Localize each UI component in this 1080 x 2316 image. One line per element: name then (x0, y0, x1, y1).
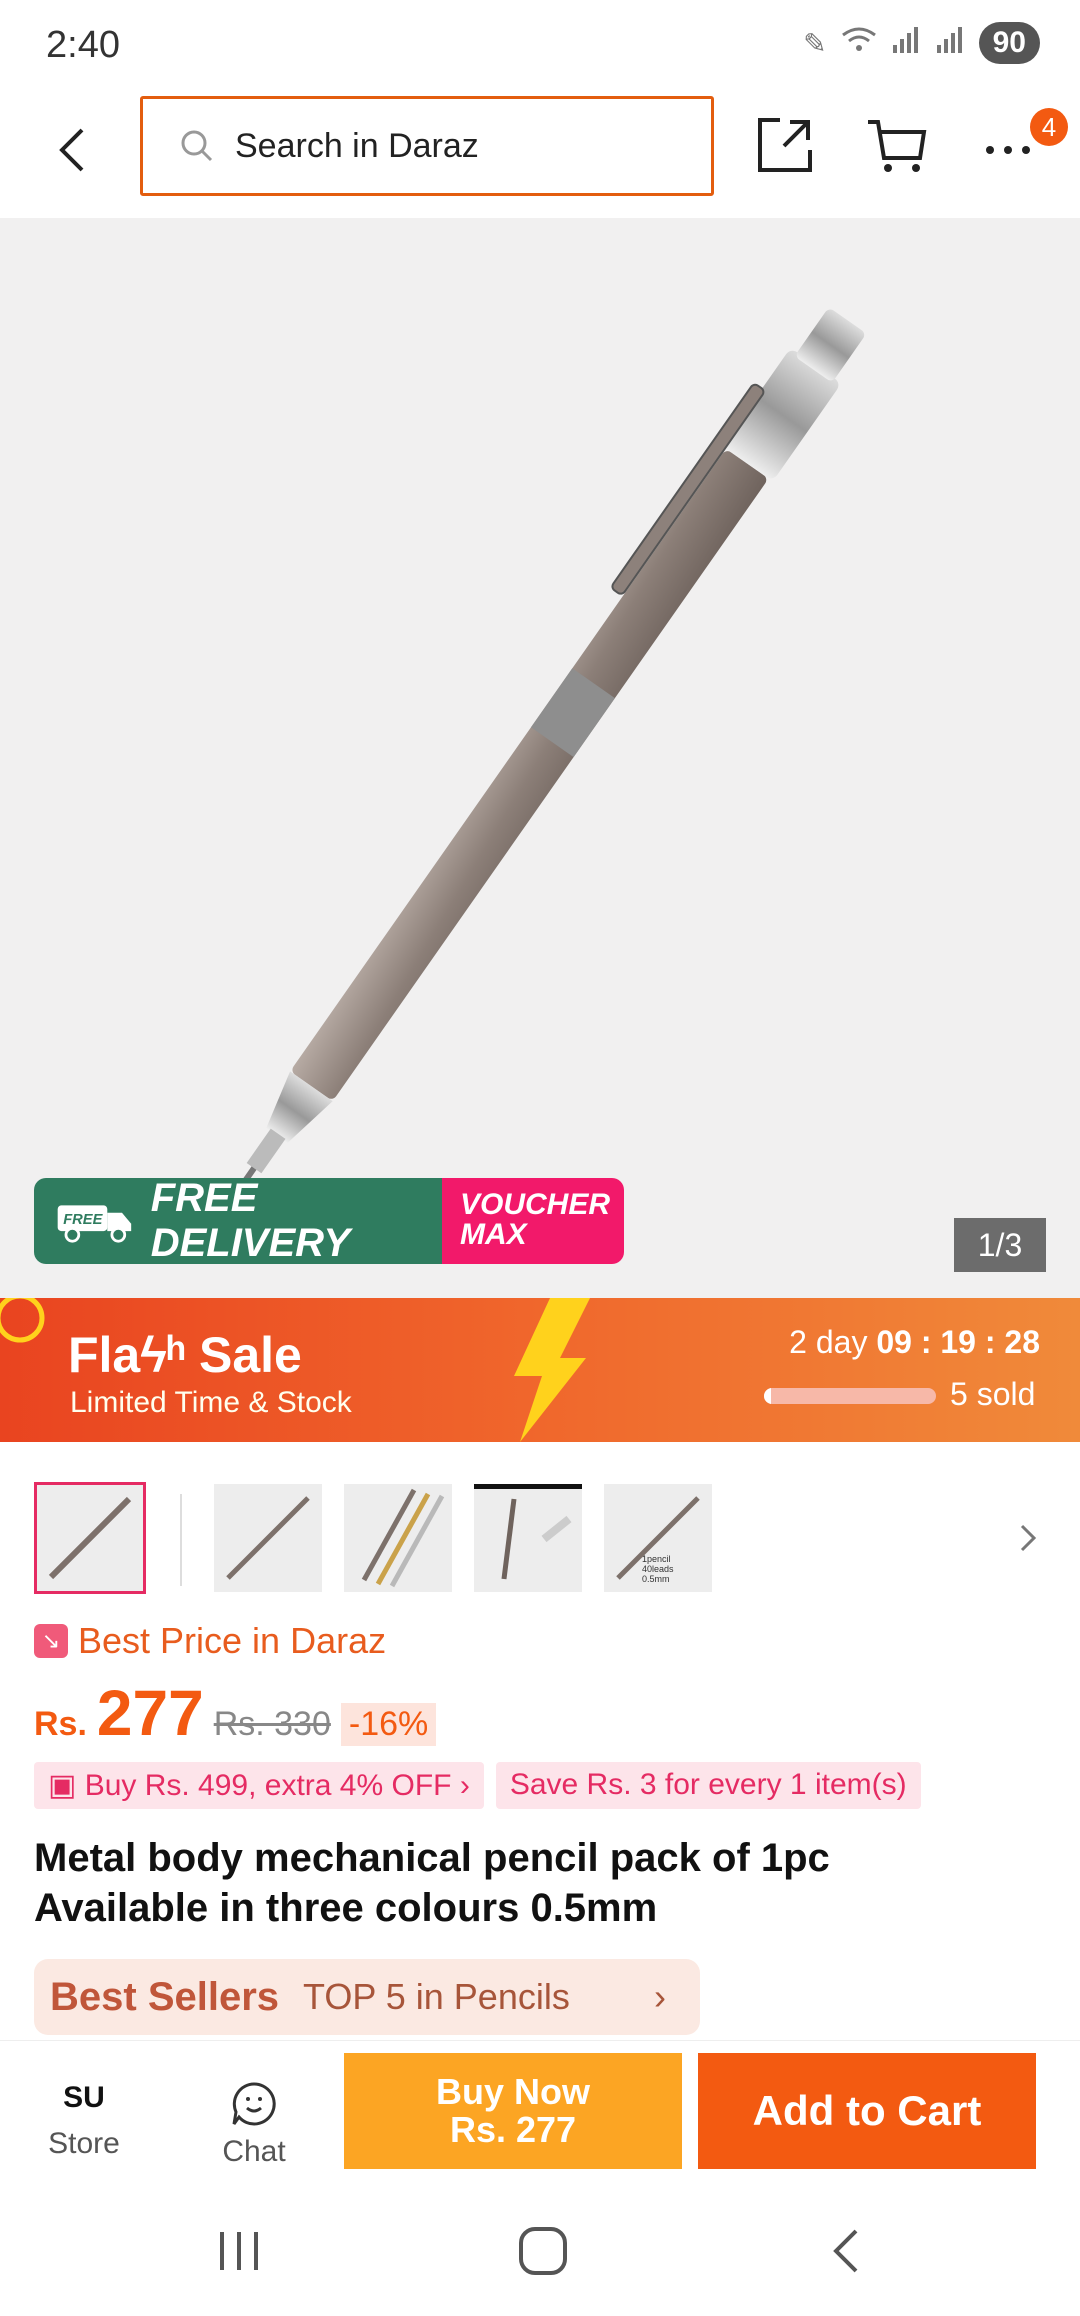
best-sellers-rank: TOP 5 in Pencils (303, 1976, 570, 2017)
thumbnail-1[interactable] (34, 1482, 146, 1594)
countdown-minutes: 19 (940, 1324, 976, 1360)
buy-now-button[interactable]: Buy Now Rs. 277 (344, 2053, 682, 2169)
max-text: MAX (460, 1218, 527, 1251)
price-currency: Rs. (34, 1705, 87, 1743)
original-price: Rs. 330 (213, 1705, 331, 1743)
clock-icon (0, 1298, 45, 1343)
back-arrow-icon (59, 128, 84, 172)
buy-now-price: Rs. 277 (449, 2109, 577, 2150)
countdown-days: 2 day (789, 1324, 868, 1360)
free-delivery-banner: FREE FREE DELIVERY VOUCHER MAX (34, 1178, 624, 1264)
share-button[interactable] (754, 114, 816, 176)
voucher-text: VOUCHER (460, 1188, 611, 1221)
best-price-text: Best Price in Daraz (78, 1620, 387, 1661)
chat-button[interactable]: Chat (194, 2081, 314, 2169)
voucher-max-tag: VOUCHER MAX (442, 1178, 624, 1264)
thumbnail-4[interactable] (474, 1484, 582, 1592)
back-nav-icon[interactable] (826, 2226, 866, 2276)
chat-label: Chat (222, 2135, 286, 2168)
thumbnail-2[interactable] (214, 1484, 322, 1592)
save-promo: Save Rs. 3 for every 1 item(s) (495, 1762, 921, 1809)
flash-sale-title: Flaϟʰ Sale (68, 1327, 302, 1383)
thumbnail-5[interactable]: 1pencil 40leads 0.5mm (604, 1484, 712, 1592)
search-icon (181, 130, 213, 162)
chevron-right-icon[interactable] (1016, 1520, 1040, 1556)
product-title-line-2: Available in three colours 0.5mm (34, 1886, 658, 1930)
chat-icon (232, 2082, 276, 2126)
home-icon[interactable] (516, 2224, 570, 2278)
best-price-label: ↘ Best Price in Daraz (34, 1620, 1054, 1662)
search-placeholder: Search in Daraz (235, 126, 479, 165)
sold-count: 5 sold (950, 1376, 1036, 1412)
image-pager: 1/3 (954, 1218, 1046, 1272)
cart-icon (868, 120, 927, 172)
promo-tags: ▣ Buy Rs. 499, extra 4% OFF › Save Rs. 3… (34, 1762, 1054, 1809)
best-sellers-logo: Best Sellers (50, 1974, 280, 2019)
thumbnail-divider (180, 1494, 182, 1586)
pencil-thumb-icon (48, 1496, 132, 1580)
product-details: ↘ Best Price in Daraz Rs. 277 Rs. 330 -1… (34, 1620, 1054, 2035)
store-button[interactable]: SU Store (24, 2081, 144, 2161)
thumbnail-3[interactable] (344, 1484, 452, 1592)
flash-sale-subtitle: Limited Time & Stock (70, 1386, 352, 1419)
product-image-gallery[interactable]: FREE FREE DELIVERY VOUCHER MAX 1/3 (0, 218, 1080, 1298)
variant-thumbnails: 1pencil 40leads 0.5mm (0, 1480, 1080, 1600)
product-title: Metal body mechanical pencil pack of 1pc… (34, 1833, 1054, 1933)
system-nav-bar (0, 2190, 1080, 2316)
store-label: Store (48, 2127, 120, 2160)
recent-apps-icon[interactable] (214, 2226, 264, 2276)
pencil-thumb-icon (226, 1496, 310, 1580)
free-delivery-text: FREE DELIVERY (150, 1178, 351, 1264)
price-row: Rs. 277 Rs. 330 -16% (34, 1676, 1054, 1750)
pencil-image (228, 309, 865, 1203)
buy-now-label: Buy Now (435, 2071, 590, 2112)
chevron-right-icon: › (654, 1976, 666, 2017)
bottom-action-bar: SU Store Chat Buy Now Rs. 277 Add to Car… (0, 2040, 1080, 2190)
signal-icon (891, 25, 921, 62)
back-button[interactable] (52, 120, 92, 180)
countdown-hours: 09 (876, 1324, 912, 1360)
free-tag: FREE (63, 1212, 103, 1228)
share-icon (758, 118, 812, 172)
store-logo: SU (63, 2081, 105, 2114)
status-bar: 2:40 ✎ 90 (0, 0, 1080, 90)
sold-progress-fill (764, 1388, 771, 1404)
truck-icon: FREE (57, 1205, 132, 1243)
discount-badge: -16% (340, 1703, 437, 1746)
status-icons: ✎ 90 (803, 22, 1040, 64)
wifi-icon (841, 25, 877, 62)
pencils-colors-icon (361, 1488, 445, 1588)
flash-sale-banner[interactable]: Flaϟʰ Sale Limited Time & Stock 2 day 09… (0, 1298, 1080, 1442)
search-input[interactable]: Search in Daraz (140, 96, 714, 196)
top-bar: Search in Daraz 4 (0, 90, 1080, 218)
best-sellers-ranking[interactable]: Best Sellers TOP 5 in Pencils › (34, 1959, 700, 2035)
battery-indicator: 90 (978, 22, 1040, 64)
add-to-cart-button[interactable]: Add to Cart (698, 2053, 1036, 2169)
pencil-with-leads-icon (501, 1498, 572, 1580)
product-title-line-1: Metal body mechanical pencil pack of 1pc (34, 1836, 830, 1880)
lightning-icon (514, 1298, 590, 1442)
extra-off-promo[interactable]: ▣ Buy Rs. 499, extra 4% OFF › (34, 1762, 484, 1809)
thumbnail-caption: 1pencil 40leads 0.5mm (642, 1554, 674, 1584)
extra-off-text: Buy Rs. 499, extra 4% OFF (84, 1769, 452, 1802)
countdown-timer: 2 day 09 : 19 : 28 (789, 1324, 1040, 1360)
signal-icon-2 (935, 25, 965, 62)
coupon-icon: ▣ (48, 1769, 85, 1802)
best-price-icon: ↘ (34, 1624, 68, 1658)
cart-count-badge: 4 (1030, 108, 1068, 146)
countdown-seconds: 28 (1004, 1324, 1040, 1360)
status-time: 2:40 (46, 24, 120, 66)
free-delivery-section: FREE FREE DELIVERY (34, 1178, 442, 1264)
price-amount: 277 (96, 1677, 204, 1749)
pen-icon: ✎ (803, 27, 827, 59)
cart-button[interactable] (866, 114, 928, 176)
sold-progress-bar (764, 1388, 936, 1404)
